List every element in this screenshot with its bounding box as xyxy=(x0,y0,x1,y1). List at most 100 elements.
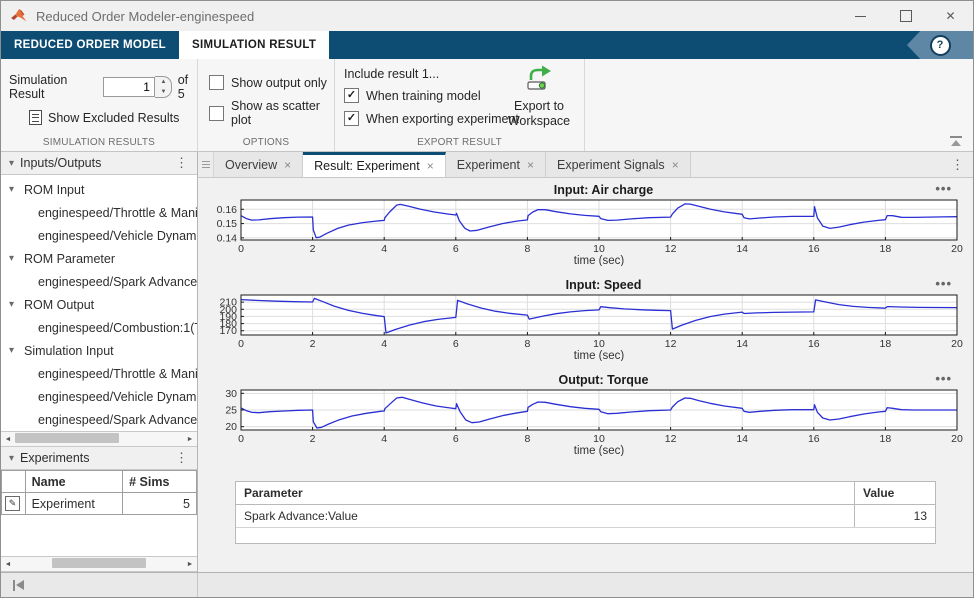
scroll-left-icon[interactable]: ◄ xyxy=(1,561,15,568)
tree-item[interactable]: enginespeed/Combustion:1(T xyxy=(1,316,197,339)
svg-text:6: 6 xyxy=(453,243,459,255)
empty-row xyxy=(236,528,935,544)
parameter-column-header: Parameter xyxy=(236,482,855,505)
maximize-button[interactable] xyxy=(883,1,928,31)
tab-experiment-signals[interactable]: Experiment Signals× xyxy=(546,152,691,177)
tab-close-icon[interactable]: × xyxy=(527,158,534,172)
tree-item-rom-output[interactable]: ▾ ROM Output xyxy=(1,293,197,316)
experiments-header-row: Name # Sims xyxy=(2,471,197,493)
chart-torque: Output: Torque••• 0246810121416182020253… xyxy=(205,373,966,468)
tab-result-experiment[interactable]: Result: Experiment× xyxy=(303,152,446,177)
tree-horizontal-scrollbar[interactable]: ◄ ► xyxy=(1,431,197,447)
tab-experiment[interactable]: Experiment× xyxy=(446,152,546,177)
svg-text:0.14: 0.14 xyxy=(217,232,238,244)
experiment-name-cell[interactable]: Experiment xyxy=(25,493,123,515)
ribbon-tab-reduced-order-model[interactable]: REDUCED ORDER MODEL xyxy=(1,31,179,59)
tree-item-label: ROM Input xyxy=(24,183,84,197)
parameter-name-cell[interactable]: Spark Advance:Value xyxy=(236,505,855,528)
experiments-horizontal-scrollbar[interactable]: ◄ ► xyxy=(1,556,197,572)
tree-item[interactable]: enginespeed/Vehicle Dynami xyxy=(1,385,197,408)
tab-close-icon[interactable]: × xyxy=(427,159,434,173)
collapse-left-panel-icon[interactable] xyxy=(13,580,24,591)
tree-item-label: ROM Output xyxy=(24,298,94,312)
collapse-ribbon-icon xyxy=(950,136,962,138)
tree-item-simulation-input[interactable]: ▾ Simulation Input xyxy=(1,339,197,362)
panel-menu-icon[interactable]: ⋮ xyxy=(175,450,188,466)
tree-item-label: enginespeed/Throttle & Manif xyxy=(38,206,197,220)
ribbon-tab-bar: REDUCED ORDER MODEL SIMULATION RESULT ? xyxy=(1,31,973,59)
inputs-outputs-title: Inputs/Outputs xyxy=(20,156,101,170)
tree-item[interactable]: enginespeed/Throttle & Manif xyxy=(1,362,197,385)
chart-plot: 02468101214161820170180190200210time (se… xyxy=(205,293,965,361)
svg-text:18: 18 xyxy=(880,338,892,350)
experiment-sims-cell[interactable]: 5 xyxy=(123,493,197,515)
tree-item-rom-input[interactable]: ▾ ROM Input xyxy=(1,178,197,201)
tree-expand-icon[interactable]: ▾ xyxy=(9,345,19,356)
parameter-value-cell[interactable]: 13 xyxy=(855,505,936,528)
scroll-right-icon[interactable]: ► xyxy=(183,436,197,443)
tree-item-label: enginespeed/Spark Advance: xyxy=(38,275,197,289)
ribbon-tab-simulation-result[interactable]: SIMULATION RESULT xyxy=(179,31,329,59)
tab-bar-menu-icon[interactable]: ⋮ xyxy=(951,152,964,177)
sims-column-header: # Sims xyxy=(123,471,197,493)
inputs-outputs-tree: ▾ROM Input enginespeed/Throttle & Manif … xyxy=(1,175,197,431)
value-column-header: Value xyxy=(855,482,936,505)
window-controls: ✕ xyxy=(838,1,973,31)
spinner-down-button[interactable]: ▼ xyxy=(155,87,172,97)
chart-options-icon[interactable]: ••• xyxy=(935,276,952,291)
show-output-only-checkbox[interactable] xyxy=(209,75,224,90)
panel-menu-icon[interactable]: ⋮ xyxy=(175,155,188,171)
chart-options-icon[interactable]: ••• xyxy=(935,371,952,386)
help-button[interactable]: ? xyxy=(907,31,973,59)
tree-item[interactable]: enginespeed/Vehicle Dynami xyxy=(1,224,197,247)
tree-item[interactable]: enginespeed/Spark Advance: xyxy=(1,408,197,431)
tree-item[interactable]: enginespeed/Throttle & Manif xyxy=(1,201,197,224)
tree-expand-icon[interactable]: ▾ xyxy=(9,299,19,310)
experiment-row[interactable]: ✎ Experiment 5 xyxy=(2,493,197,515)
tab-close-icon[interactable]: × xyxy=(284,158,291,172)
tree-expand-icon[interactable]: ▾ xyxy=(9,184,19,195)
scrollbar-thumb[interactable] xyxy=(52,558,146,568)
tab-close-icon[interactable]: × xyxy=(672,158,679,172)
section-label-simulation-results: SIMULATION RESULTS xyxy=(1,137,197,148)
show-excluded-results-button[interactable]: Show Excluded Results xyxy=(29,110,197,125)
tree-item-label: enginespeed/Spark Advance: xyxy=(38,413,197,427)
when-training-model-checkbox[interactable]: ✓ xyxy=(344,88,359,103)
tab-overview[interactable]: Overview× xyxy=(214,152,303,177)
collapse-panel-icon[interactable]: ▾ xyxy=(9,158,14,169)
tree-item-rom-parameter[interactable]: ▾ROM Parameter xyxy=(1,247,197,270)
chart-title: Output: Torque••• xyxy=(241,373,966,388)
result-content: Input: Air charge••• 024681012141618200.… xyxy=(198,178,973,572)
scroll-right-icon[interactable]: ► xyxy=(183,561,197,568)
tree-item[interactable]: enginespeed/Spark Advance: xyxy=(1,270,197,293)
scrollbar-thumb[interactable] xyxy=(15,433,119,443)
svg-text:10: 10 xyxy=(593,433,605,445)
experiments-panel-header[interactable]: ▾ Experiments ⋮ xyxy=(1,447,197,470)
spinner-up-button[interactable]: ▲ xyxy=(155,77,172,87)
close-icon: ✕ xyxy=(945,9,955,23)
close-button[interactable]: ✕ xyxy=(928,1,973,31)
collapse-ribbon-button[interactable] xyxy=(949,136,963,146)
simulation-result-stepper: ▲ ▼ xyxy=(155,76,172,98)
when-exporting-experiment-checkbox[interactable]: ✓ xyxy=(344,111,359,126)
export-to-workspace-button[interactable]: Export to Workspace xyxy=(500,65,578,129)
minimize-button[interactable] xyxy=(838,1,883,31)
edit-experiment-icon[interactable]: ✎ xyxy=(5,496,20,511)
parameter-row[interactable]: Spark Advance:Value 13 xyxy=(236,505,935,528)
tab-grip-icon xyxy=(198,152,214,177)
chart-options-icon[interactable]: ••• xyxy=(935,181,952,196)
tree-expand-icon[interactable]: ▾ xyxy=(9,253,19,264)
svg-text:20: 20 xyxy=(951,433,963,445)
svg-text:6: 6 xyxy=(453,433,459,445)
matlab-logo-icon xyxy=(10,8,28,24)
svg-text:0.16: 0.16 xyxy=(217,204,238,216)
scroll-left-icon[interactable]: ◄ xyxy=(1,436,15,443)
collapse-panel-icon[interactable]: ▾ xyxy=(9,453,14,464)
show-as-scatter-plot-checkbox[interactable] xyxy=(209,106,224,121)
parameter-header-row: Parameter Value xyxy=(236,482,935,505)
simulation-result-input[interactable] xyxy=(103,77,155,97)
inputs-outputs-panel-header[interactable]: ▾ Inputs/Outputs ⋮ xyxy=(1,152,197,175)
tree-item-label: Simulation Input xyxy=(24,344,114,358)
svg-text:2: 2 xyxy=(310,338,316,350)
svg-text:10: 10 xyxy=(593,338,605,350)
